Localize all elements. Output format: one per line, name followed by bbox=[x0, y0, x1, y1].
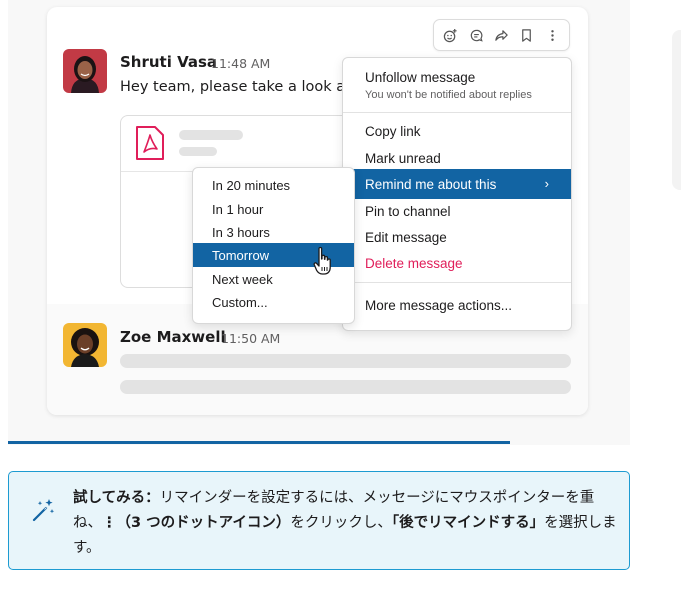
tip-text: 試してみる：リマインダーを設定するには、メッセージにマウスポインターを重ね、⋮（… bbox=[73, 486, 618, 561]
message-text-placeholder bbox=[120, 354, 571, 368]
menu-item-copy-link[interactable]: Copy link bbox=[343, 117, 571, 145]
menu-divider bbox=[343, 282, 571, 283]
reply-in-thread-icon[interactable] bbox=[465, 24, 487, 46]
bookmark-icon[interactable] bbox=[516, 24, 538, 46]
message-text-placeholder bbox=[120, 380, 571, 394]
tip-lead: 試してみる： bbox=[73, 490, 160, 506]
tip-callout: 試してみる：リマインダーを設定するには、メッセージにマウスポインターを重ね、⋮（… bbox=[8, 471, 630, 570]
file-name-placeholder bbox=[179, 130, 243, 140]
more-actions-icon[interactable] bbox=[541, 24, 563, 46]
avatar[interactable] bbox=[63, 323, 107, 367]
remind-option[interactable]: In 3 hours bbox=[193, 220, 354, 244]
file-meta-placeholder bbox=[179, 147, 217, 156]
menu-item-mark-unread[interactable]: Mark unread bbox=[343, 144, 571, 172]
message-timestamp[interactable]: 11:48 AM bbox=[211, 56, 270, 71]
three-dots-icon: ⋮ bbox=[102, 515, 117, 531]
message-text: Hey team, please take a look at the bbox=[120, 79, 350, 95]
tip-dots-label: （3 つのドットアイコン） bbox=[116, 515, 291, 531]
remind-option[interactable]: In 1 hour bbox=[193, 197, 354, 221]
menu-item-pin[interactable]: Pin to channel bbox=[343, 197, 571, 225]
menu-item-label: Unfollow message bbox=[365, 70, 476, 85]
share-icon[interactable] bbox=[490, 24, 512, 46]
menu-divider bbox=[343, 112, 571, 113]
message-actions-menu: Unfollow message You won't be notified a… bbox=[342, 57, 572, 331]
menu-item-unfollow[interactable]: Unfollow message bbox=[343, 62, 571, 110]
menu-item-description: You won't be notified about replies bbox=[365, 89, 532, 101]
menu-item-remind[interactable]: Remind me about this › bbox=[343, 169, 571, 199]
pdf-file-icon bbox=[136, 126, 164, 160]
menu-item-label: Remind me about this bbox=[365, 176, 497, 192]
menu-item-more-actions[interactable]: More message actions... bbox=[343, 290, 571, 320]
add-reaction-icon[interactable] bbox=[440, 24, 462, 46]
menu-item-edit[interactable]: Edit message bbox=[343, 223, 571, 251]
menu-item-delete[interactable]: Delete message bbox=[343, 249, 571, 277]
chevron-right-icon: › bbox=[544, 176, 549, 191]
tip-body: をクリックし、 bbox=[290, 515, 392, 531]
message-author[interactable]: Zoe Maxwell bbox=[120, 328, 226, 346]
magic-wand-icon bbox=[32, 499, 55, 522]
message-hover-toolbar bbox=[433, 19, 570, 51]
adjacent-card-edge bbox=[672, 30, 681, 190]
avatar[interactable] bbox=[63, 49, 107, 93]
message-author[interactable]: Shruti Vasa bbox=[120, 53, 217, 71]
tip-action-name: 「後でリマインドする」 bbox=[391, 515, 545, 531]
hand-pointer-icon bbox=[313, 246, 331, 275]
remind-option[interactable]: In 20 minutes bbox=[193, 173, 354, 197]
remind-option[interactable]: Custom... bbox=[193, 290, 354, 314]
message-timestamp[interactable]: 11:50 AM bbox=[221, 331, 280, 346]
section-divider bbox=[8, 441, 510, 444]
